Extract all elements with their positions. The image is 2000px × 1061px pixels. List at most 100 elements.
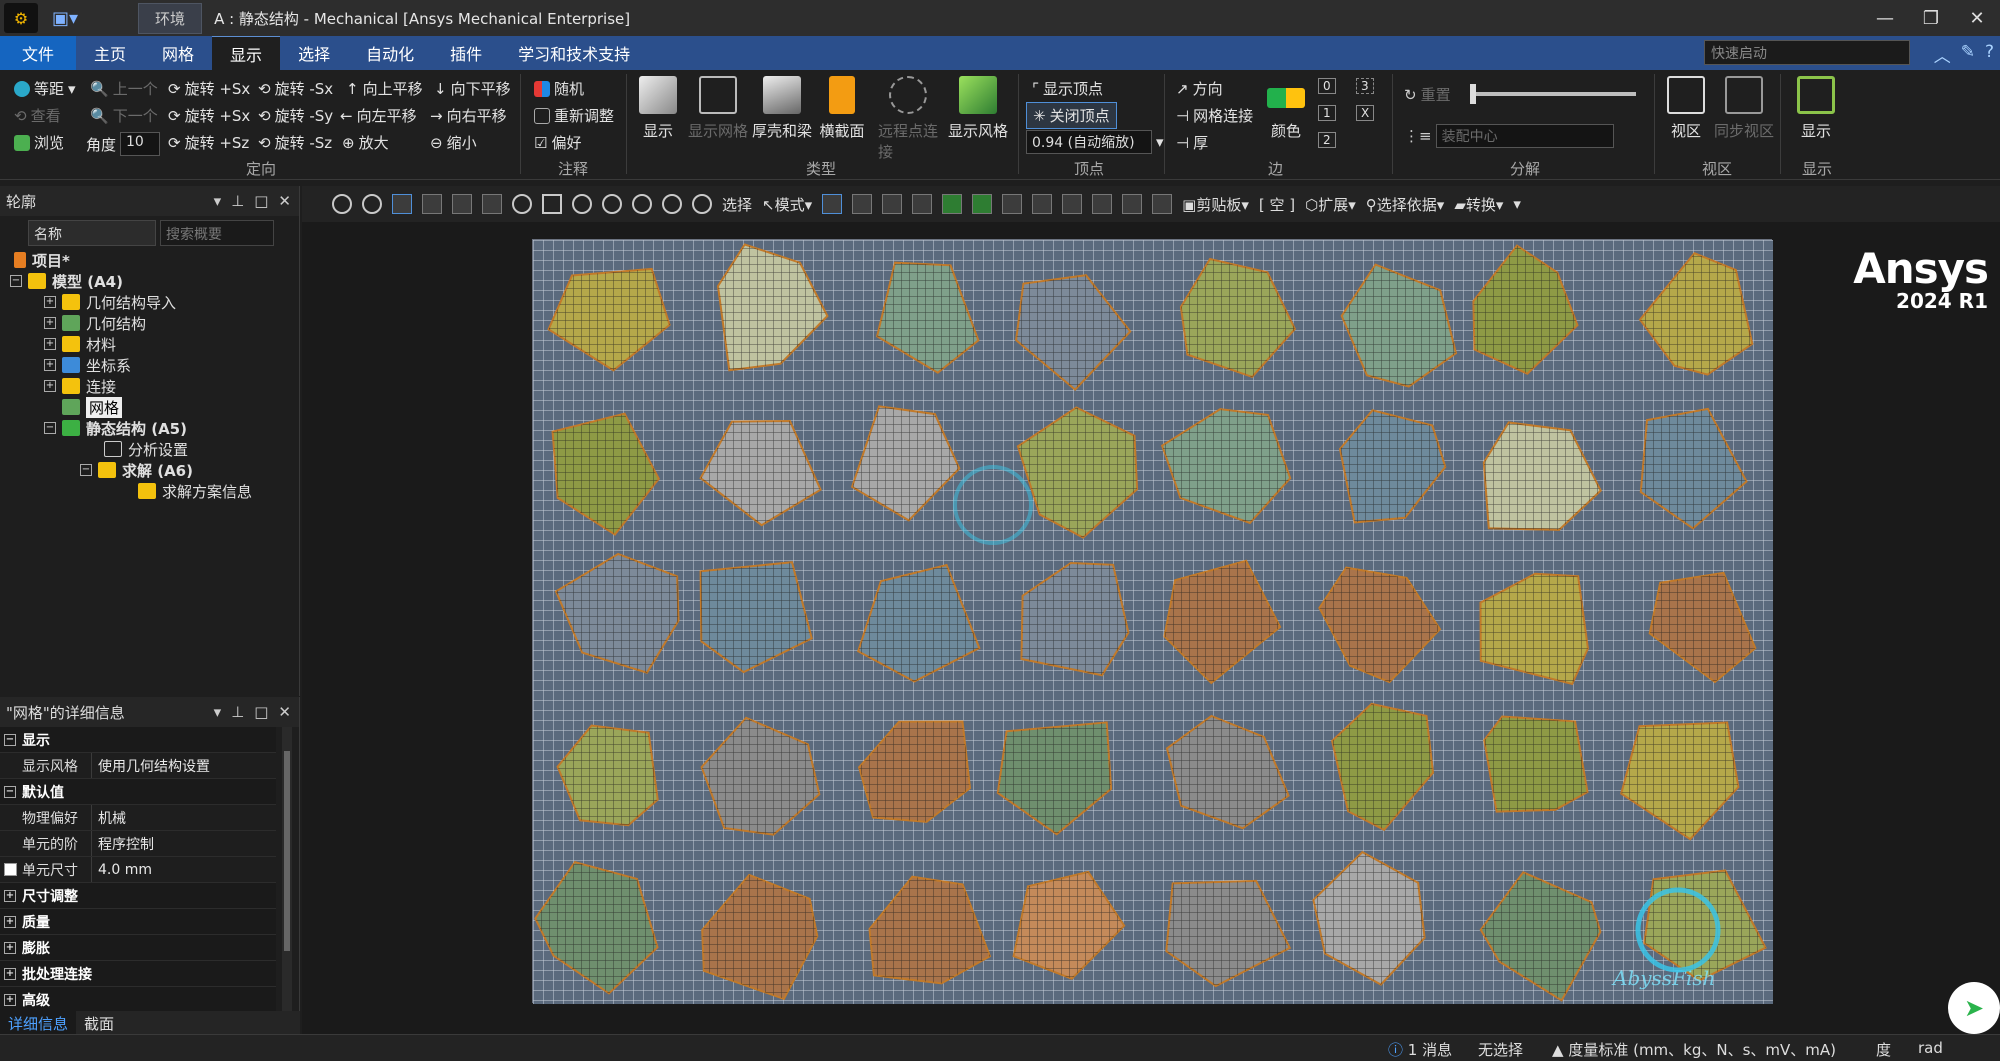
empty-selection[interactable]: [ 空 ]	[1259, 194, 1295, 215]
frame-icon[interactable]	[482, 194, 502, 214]
pin-icon[interactable]: ⊥	[231, 192, 244, 210]
expand-icon[interactable]: +	[4, 967, 16, 980]
assembly-center-select[interactable]: 装配中心	[1435, 124, 1614, 148]
thick-button[interactable]: ⊣ 厚	[1176, 132, 1208, 153]
zoom-box-icon[interactable]	[362, 194, 382, 214]
edge-3-button[interactable]: 3	[1356, 78, 1374, 94]
select-vertex-icon[interactable]	[822, 194, 843, 214]
cross-section-button[interactable]: 横截面	[812, 76, 872, 141]
section-advanced[interactable]: + 高级	[0, 987, 276, 1013]
minimize-icon[interactable]: —	[1862, 0, 1908, 36]
pan-down-button[interactable]: ↓ 向下平移	[434, 78, 511, 99]
expand-icon[interactable]: +	[44, 317, 56, 329]
dropdown-icon[interactable]: ▾	[214, 192, 222, 210]
quick-launch-input[interactable]: 快速启动	[1704, 40, 1910, 65]
view-option-icon[interactable]	[452, 194, 472, 214]
direction-button[interactable]: ↗ 方向	[1176, 78, 1223, 99]
remote-point-button[interactable]: 远程点连接	[878, 76, 938, 162]
tree-item-connections[interactable]: + 连接	[44, 376, 116, 396]
rotate-py-button[interactable]: ⟳ 旋转 +Sx	[168, 105, 250, 126]
expand-icon[interactable]: +	[44, 380, 56, 392]
expand-icon[interactable]: +	[4, 941, 16, 954]
toolbar-overflow-icon[interactable]: ▾	[1513, 195, 1521, 213]
row-element-size[interactable]: 单元尺寸 4.0 mm	[0, 857, 276, 883]
clipboard-dropdown[interactable]: ▣剪贴板▾	[1182, 194, 1249, 215]
collapse-icon[interactable]: −	[80, 464, 92, 476]
chart-icon[interactable]	[1152, 194, 1173, 214]
tab-mesh[interactable]: 网格	[144, 36, 212, 70]
edge-color-button[interactable]: 颜色	[1256, 76, 1316, 141]
zoom-all-icon[interactable]	[662, 194, 682, 214]
angle-input[interactable]: 10	[120, 132, 161, 156]
readjust-button[interactable]: 重新调整	[534, 105, 614, 126]
angle-unit-status[interactable]: 度	[1876, 1039, 1891, 1060]
display-button[interactable]: 显示	[1786, 76, 1846, 141]
context-tab-environment[interactable]: 环境	[138, 2, 203, 34]
row-display-style[interactable]: 显示风格 使用几何结构设置	[0, 753, 276, 779]
collapse-icon[interactable]: −	[10, 275, 22, 287]
file-menu[interactable]: 文件	[0, 36, 77, 70]
edge-x-button[interactable]: X	[1356, 105, 1375, 121]
scrollbar-thumb[interactable]	[284, 751, 290, 951]
select-node-icon[interactable]	[942, 194, 963, 214]
tree-item-geometry[interactable]: + 几何结构	[44, 313, 146, 333]
close-icon[interactable]: ✕	[278, 192, 291, 210]
iso-view-icon[interactable]	[392, 194, 412, 214]
close-vertex-button[interactable]: ✳ 关闭顶点	[1026, 102, 1117, 129]
collapse-icon[interactable]: −	[4, 785, 16, 798]
edit-icon[interactable]: ✎	[1961, 42, 1975, 67]
element-size-checkbox[interactable]	[4, 863, 17, 876]
explode-slider[interactable]	[1470, 84, 1636, 104]
edge-1-button[interactable]: 1	[1318, 105, 1336, 121]
tab-automation[interactable]: 自动化	[348, 36, 432, 70]
tree-item-static-structural[interactable]: − 静态结构 (A5)	[44, 418, 187, 438]
tab-details[interactable]: 详细信息	[0, 1011, 77, 1035]
tab-learning[interactable]: 学习和技术支持	[500, 36, 648, 70]
rotation-unit-status[interactable]: rad	[1918, 1039, 1943, 1057]
zoom-in-button[interactable]: ⊕ 放大	[342, 132, 389, 153]
tree-item-solution[interactable]: − 求解 (A6)	[80, 460, 193, 480]
section-defaults[interactable]: − 默认值	[0, 779, 276, 805]
convert-dropdown[interactable]: ▰转换▾	[1454, 194, 1503, 215]
expand-icon[interactable]: +	[44, 338, 56, 350]
rotate-mx-button[interactable]: ⟲ 旋转 -Sx	[258, 78, 333, 99]
tree-item-analysis-settings[interactable]: 分析设置	[104, 439, 188, 459]
section-batch-connections[interactable]: + 批处理连接	[0, 961, 276, 987]
viewport-button[interactable]: 视区	[1656, 76, 1716, 141]
section-inflation[interactable]: + 膨胀	[0, 935, 276, 961]
select-element-icon[interactable]	[972, 194, 993, 214]
display-type-button[interactable]: 显示	[628, 76, 688, 141]
pin-icon[interactable]: ⊥	[231, 703, 244, 721]
label-icon[interactable]	[1092, 194, 1113, 214]
iso-button[interactable]: 等距 ▾	[14, 78, 76, 99]
expand-icon[interactable]: +	[44, 359, 56, 371]
maximize-icon[interactable]: □	[254, 703, 268, 721]
pan-icon[interactable]	[542, 194, 562, 214]
collapse-icon[interactable]: −	[4, 733, 16, 746]
pan-left-button[interactable]: ← 向左平移	[340, 105, 417, 126]
comment-icon[interactable]	[1122, 194, 1143, 214]
row-element-order[interactable]: 单元的阶 程序控制	[0, 831, 276, 857]
tab-display[interactable]: 显示	[212, 36, 281, 70]
zoom-region-icon[interactable]	[692, 194, 712, 214]
tab-section[interactable]: 截面	[76, 1011, 122, 1035]
close-icon[interactable]: ✕	[1954, 0, 2000, 36]
select-body-icon[interactable]	[912, 194, 933, 214]
cube-view-icon[interactable]	[422, 194, 442, 214]
chevron-down-icon[interactable]: ▾	[1156, 133, 1164, 151]
reset-explode-button[interactable]: ↻ 重置	[1404, 84, 1451, 105]
rotate-pz-button[interactable]: ⟳ 旋转 +Sz	[168, 132, 249, 153]
messages-status[interactable]: ⓘ 1 消息	[1388, 1039, 1452, 1060]
edge-2-button[interactable]: 2	[1318, 132, 1336, 148]
look-button[interactable]: ⟲ 查看	[14, 105, 61, 126]
next-view-button[interactable]: 🔍 下一个	[90, 105, 158, 126]
zoom-in-icon[interactable]	[602, 194, 622, 214]
expand-icon[interactable]: +	[4, 915, 16, 928]
expand-icon[interactable]: +	[4, 993, 16, 1006]
tree-item-coordinate-systems[interactable]: + 坐标系	[44, 355, 131, 375]
edge-0-button[interactable]: 0	[1318, 78, 1336, 94]
collapse-icon[interactable]: −	[44, 422, 56, 434]
tab-home[interactable]: 主页	[76, 36, 144, 70]
select-element-face-icon[interactable]	[1002, 194, 1023, 214]
select-edge-icon[interactable]	[852, 194, 873, 214]
